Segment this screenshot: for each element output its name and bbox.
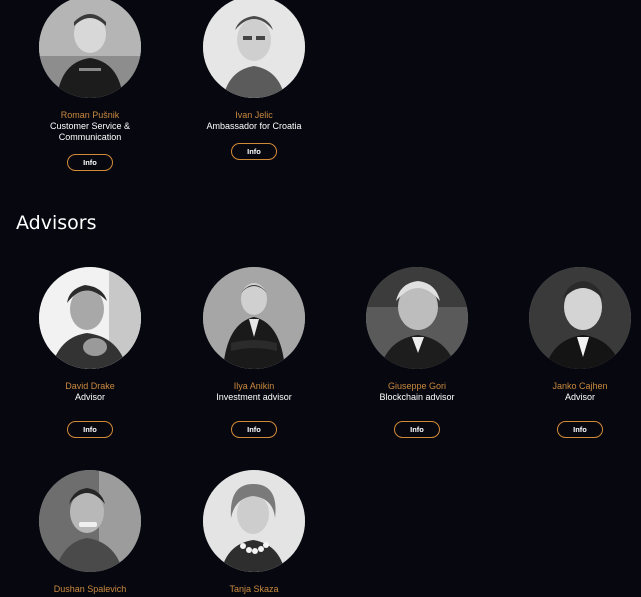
advisor-card-tanja-skaza: Tanja Skaza (184, 470, 324, 595)
info-button[interactable]: Info (231, 143, 277, 160)
member-name: Giuseppe Gori (387, 381, 447, 391)
team-page: Roman Pušnik Customer Service & Communic… (0, 0, 641, 597)
advisor-card-ilya-anikin: Ilya Anikin Investment advisor Info (184, 267, 324, 438)
portrait-photo (203, 267, 305, 369)
member-name: Ivan Jelic (235, 110, 273, 120)
portrait-photo (203, 0, 305, 98)
member-role-line-2: Communication (58, 132, 122, 142)
advisor-card-david-drake: David Drake Advisor Info (20, 267, 160, 438)
team-card-roman: Roman Pušnik Customer Service & Communic… (20, 0, 160, 171)
info-button[interactable]: Info (394, 421, 440, 438)
member-role: Ambassador for Croatia (206, 121, 302, 131)
portrait-photo (203, 470, 305, 572)
avatar (39, 267, 141, 369)
member-name: Tanja Skaza (229, 584, 279, 594)
avatar (203, 267, 305, 369)
avatar (529, 267, 631, 369)
avatar (39, 0, 141, 98)
advisor-card-dushan-spalevich: Dushan Spalevich (20, 470, 160, 595)
member-name: David Drake (65, 381, 115, 391)
info-button[interactable]: Info (67, 154, 113, 171)
avatar (366, 267, 468, 369)
member-role: Customer Service & (49, 121, 131, 131)
portrait-photo (39, 470, 141, 572)
member-role: Blockchain advisor (379, 392, 455, 402)
avatar (203, 470, 305, 572)
member-name: Janko Cajhen (552, 381, 608, 391)
advisor-card-janko-cajhen: Janko Cajhen Advisor Info (510, 267, 641, 438)
info-button[interactable]: Info (67, 421, 113, 438)
member-name: Ilya Anikin (233, 381, 275, 391)
info-button[interactable]: Info (231, 421, 277, 438)
avatar (39, 470, 141, 572)
member-role: Advisor (564, 392, 595, 402)
portrait-photo (39, 267, 141, 369)
portrait-photo (39, 0, 141, 98)
member-name: Roman Pušnik (60, 110, 120, 120)
info-button[interactable]: Info (557, 421, 603, 438)
member-role: Advisor (74, 392, 105, 402)
portrait-photo (366, 267, 468, 369)
portrait-photo (529, 267, 631, 369)
team-card-ivan: Ivan Jelic Ambassador for Croatia Info (184, 0, 324, 160)
member-name: Dushan Spalevich (53, 584, 127, 594)
avatar (203, 0, 305, 98)
section-title-advisors: Advisors (16, 212, 97, 234)
advisor-card-giuseppe-gori: Giuseppe Gori Blockchain advisor Info (347, 267, 487, 438)
member-role: Investment advisor (216, 392, 292, 402)
